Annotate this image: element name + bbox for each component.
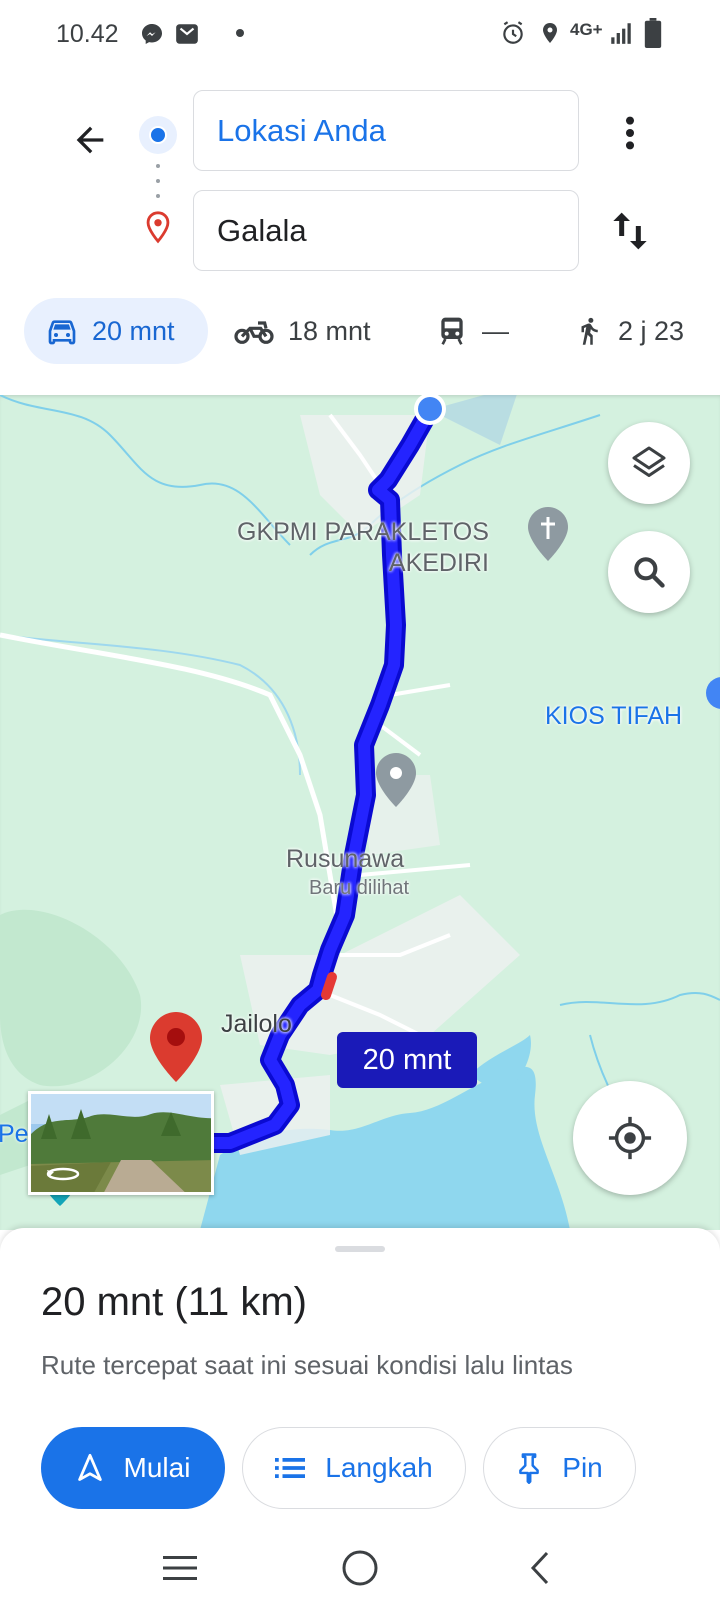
place-label-church[interactable]: GKPMI PARAKLETOS AKEDIRI [237,517,489,579]
mode-motorcycle[interactable]: 18 mnt [234,298,371,364]
battery-icon [644,18,662,48]
origin-field[interactable]: Lokasi Anda [193,90,579,171]
system-navigation-bar [0,1530,720,1612]
mode-transit[interactable]: — [436,298,509,364]
steps-button[interactable]: Langkah [242,1427,466,1509]
route-summary-subtitle: Rute tercepat saat ini sesuai kondisi la… [41,1350,573,1380]
arrow-back-icon [76,126,104,154]
swap-button[interactable] [608,206,652,256]
motorcycle-icon [234,321,274,344]
swap-vert-icon [613,212,647,250]
mode-motorcycle-label: 18 mnt [288,315,371,346]
start-button[interactable]: Mulai [41,1427,225,1509]
route-summary-title: 20 mnt (11 km) [41,1280,307,1324]
layers-icon [632,446,666,477]
place-label-town[interactable]: Jailolo [221,1010,292,1039]
rotate-360-icon [46,1167,80,1181]
my-location-button[interactable] [573,1081,687,1195]
mode-walk[interactable]: 2 j 23 [574,298,684,364]
map-view[interactable]: GKPMI PARAKLETOS AKEDIRI KIOS TIFAH Rusu… [0,395,720,1230]
signal-icon [611,23,631,44]
alarm-icon [503,21,523,44]
network-type: 4G+ [570,20,603,39]
search-icon [634,557,665,588]
notification-dot [236,29,244,37]
home-circle-icon [342,1550,378,1586]
place-label-edge[interactable]: Pe [0,1120,29,1149]
mode-transit-label: — [482,315,509,346]
train-icon [441,317,463,345]
destination-pin-icon [146,211,170,244]
place-label-rusunawa[interactable]: Rusunawa [286,845,404,874]
pin-button-label: Pin [562,1452,603,1483]
pin-button[interactable]: Pin [483,1427,636,1509]
place-label-rusunawa-sub: Baru dilihat [309,877,410,899]
messenger-icon [142,24,162,44]
recent-apps-button[interactable] [150,1542,210,1594]
start-button-label: Mulai [123,1452,191,1483]
drag-handle[interactable] [335,1246,385,1252]
map-search-button[interactable] [608,531,690,613]
status-bar: 10.42 4G+ [0,0,720,68]
more-options-button[interactable] [610,108,650,158]
layers-button[interactable] [608,422,690,504]
system-back-button[interactable] [510,1542,570,1594]
status-time: 10.42 [56,20,119,48]
destination-field[interactable]: Galala [193,190,579,271]
mode-walk-label: 2 j 23 [618,315,685,346]
origin-marker-icon [139,116,177,154]
my-location-icon [608,1116,652,1160]
place-label-kiosk[interactable]: KIOS TIFAH [545,702,682,731]
travel-modes: 20 mnt 18 mnt — 2 j 23 [0,298,720,364]
route-duration-badge[interactable]: 20 mnt [337,1032,477,1088]
walking-icon [581,317,598,345]
navigation-arrow-icon [77,1453,102,1481]
street-view-thumbnail[interactable] [28,1091,214,1195]
pushpin-icon [519,1453,540,1484]
mode-car-label: 20 mnt [92,315,175,346]
directions-header: Lokasi Anda Galala 20 mnt 18 mnt — 2 j 2… [0,68,720,395]
recent-apps-icon [163,1556,197,1580]
home-button[interactable] [330,1542,390,1594]
steps-button-label: Langkah [325,1452,433,1483]
route-connector [156,164,160,198]
car-icon [48,320,76,345]
more-vert-icon [625,116,635,150]
mail-icon [176,24,198,44]
mode-car[interactable]: 20 mnt [24,298,208,364]
chevron-left-icon [530,1551,549,1585]
location-icon [543,23,557,43]
list-icon [275,1458,306,1478]
back-button[interactable] [62,112,118,168]
